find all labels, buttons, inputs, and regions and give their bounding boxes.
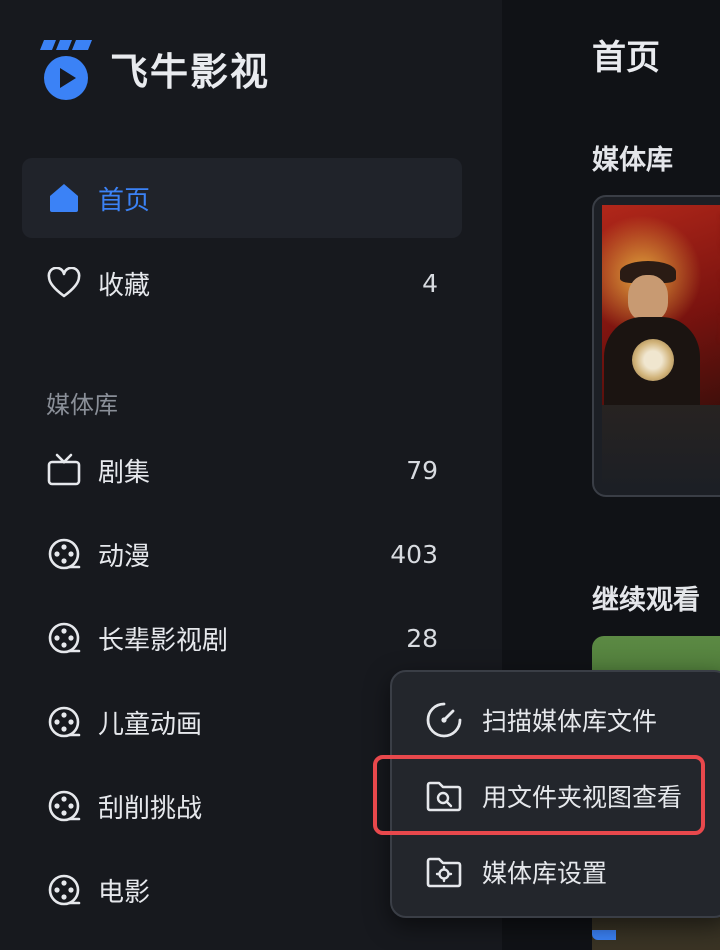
app-logo[interactable]: 飞牛影视 xyxy=(38,34,270,102)
app-logo-icon xyxy=(40,40,92,100)
sidebar-item-favorites[interactable]: 收藏 4 xyxy=(22,243,462,323)
poster-title: 雍正王朝 xyxy=(713,211,720,347)
card-reflection xyxy=(602,405,720,489)
page-title: 首页 xyxy=(592,38,660,78)
app-name: 飞牛影视 xyxy=(110,49,271,94)
sidebar-item-label: 刮削挑战 xyxy=(98,793,203,824)
sidebar-item-label: 长辈影视剧 xyxy=(98,625,229,656)
scan-gauge-icon xyxy=(424,700,464,740)
film-reel-icon xyxy=(46,788,82,824)
film-reel-icon xyxy=(46,620,82,656)
sidebar-item-label: 首页 xyxy=(98,185,151,216)
sidebar-item-anime[interactable]: 动漫 403 xyxy=(22,514,462,594)
sidebar-item-label: 收藏 xyxy=(98,270,151,301)
menu-item-label: 扫描媒体库文件 xyxy=(482,707,658,736)
library-count: 79 xyxy=(406,455,438,485)
library-count: 28 xyxy=(406,623,438,653)
watch-progress-bar xyxy=(592,930,616,940)
film-reel-icon xyxy=(46,872,82,908)
sidebar-item-label: 动漫 xyxy=(98,541,151,572)
sidebar-item-label: 剧集 xyxy=(98,457,151,488)
sidebar-item-label: 儿童动画 xyxy=(98,709,203,740)
folder-settings-icon xyxy=(424,852,464,892)
continue-watching-heading: 继续观看 xyxy=(592,585,700,616)
film-reel-icon xyxy=(46,704,82,740)
sidebar-item-series[interactable]: 剧集 79 xyxy=(22,430,462,510)
film-reel-icon xyxy=(46,536,82,572)
sidebar-item-elder-dramas[interactable]: 长辈影视剧 28 xyxy=(22,598,462,678)
highlight-annotation-box xyxy=(373,755,705,835)
menu-item-library-settings[interactable]: 媒体库设置 xyxy=(392,834,720,910)
sidebar-item-home[interactable]: 首页 xyxy=(22,158,462,238)
menu-item-label: 媒体库设置 xyxy=(482,859,608,888)
favorites-count: 4 xyxy=(422,268,438,298)
menu-item-scan-library[interactable]: 扫描媒体库文件 xyxy=(392,682,720,758)
sidebar-item-label: 电影 xyxy=(98,877,151,908)
media-library-card[interactable]: 雍正王朝 xyxy=(592,195,720,497)
library-count: 403 xyxy=(390,539,438,569)
heart-icon xyxy=(46,265,82,301)
home-icon xyxy=(46,180,82,216)
tv-icon xyxy=(46,452,82,488)
poster-image: 雍正王朝 xyxy=(602,205,720,405)
media-library-section-label: 媒体库 xyxy=(46,391,118,419)
media-library-heading: 媒体库 xyxy=(592,145,673,176)
